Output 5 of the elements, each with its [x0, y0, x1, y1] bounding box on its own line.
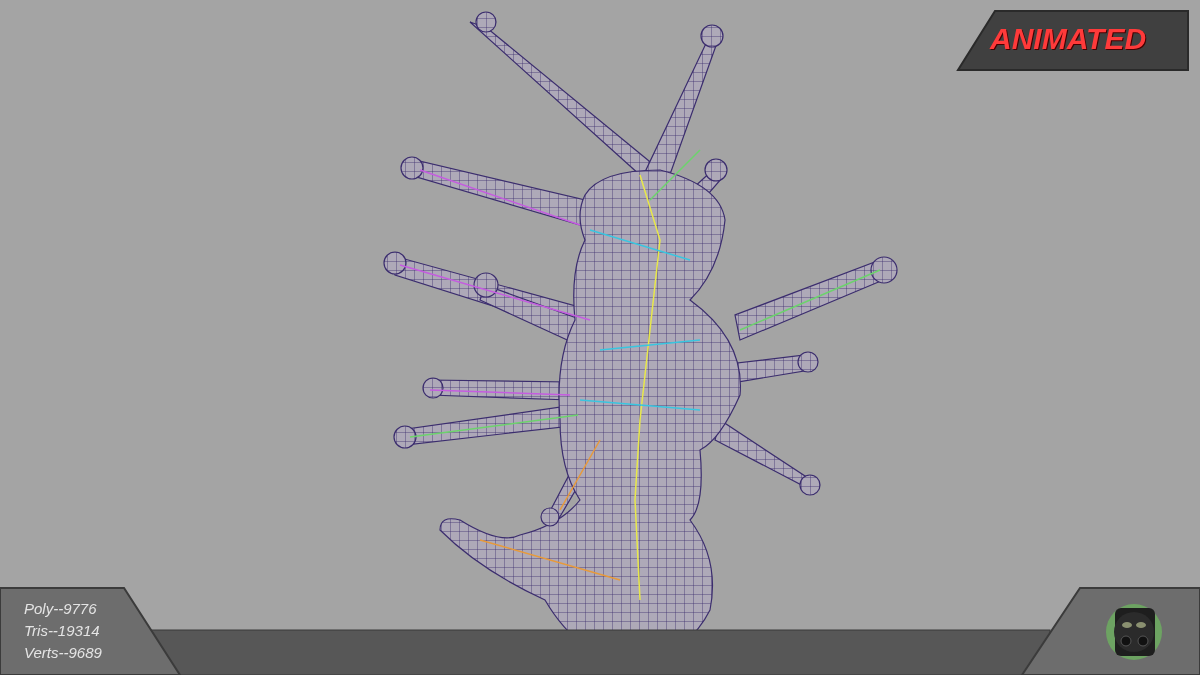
- gas-mask-logo-icon: [1106, 604, 1162, 660]
- stat-text: Tris--19314: [24, 621, 101, 641]
- animated-label: ANIMATED: [990, 21, 1147, 57]
- stat-text: Verts--9689: [24, 643, 102, 663]
- stat-text: Poly--9776: [24, 599, 98, 619]
